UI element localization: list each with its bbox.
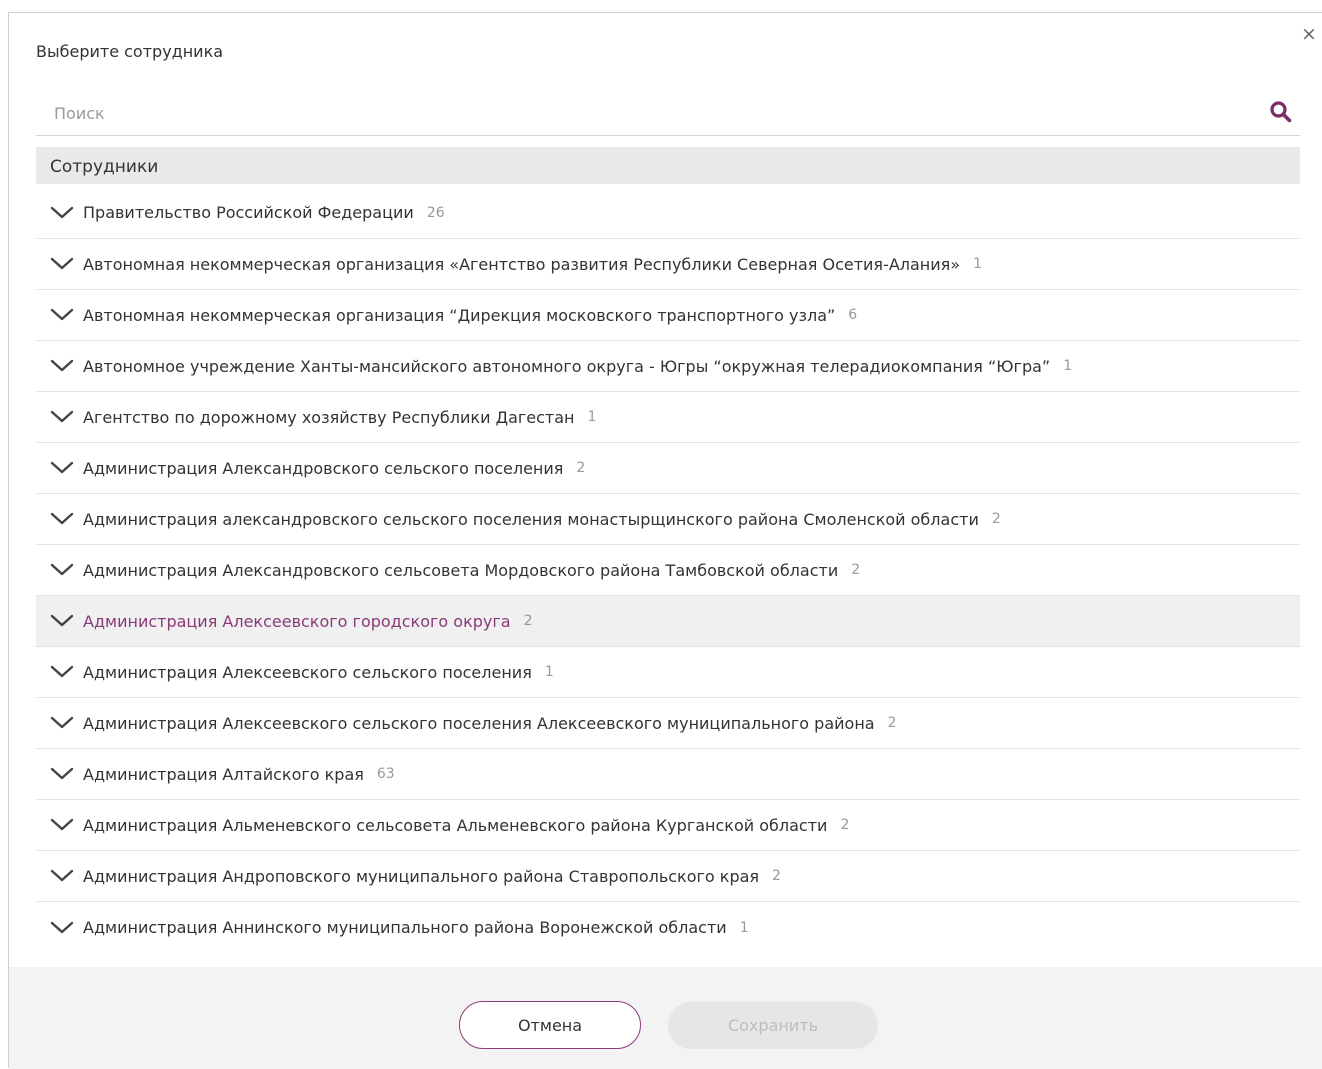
organization-list: Правительство Российской Федерации 26 Авто…: [36, 187, 1300, 953]
search-icon[interactable]: [1268, 99, 1294, 125]
list-item[interactable]: Администрация Алексеевского сельского по…: [36, 698, 1300, 749]
list-item-label: Администрация Альменевского сельсовета А…: [83, 815, 828, 835]
chevron-down-icon[interactable]: [50, 818, 74, 832]
list-item-label: Администрация Александровского сельсовет…: [83, 560, 839, 580]
list-item-label: Автономное учреждение Ханты-мансийского …: [83, 356, 1051, 376]
employee-select-dialog: × Выберите сотрудника Сотрудники Правите…: [8, 12, 1322, 1069]
list-item[interactable]: Автономная некоммерческая организация «А…: [36, 239, 1300, 290]
list-item-label: Администрация Аннинского муниципального …: [83, 918, 727, 937]
list-item-label: Администрация Алексеевского городского о…: [83, 611, 511, 631]
list-item[interactable]: Администрация Алексеевского городского о…: [36, 596, 1300, 647]
list-item[interactable]: Администрация александровского сельского…: [36, 494, 1300, 545]
list-item-label: Автономная некоммерческая организация «А…: [83, 254, 961, 274]
chevron-down-icon[interactable]: [50, 461, 74, 475]
list-item-label: Администрация Алексеевского сельского по…: [83, 713, 875, 733]
list-item[interactable]: Администрация Альменевского сельсовета А…: [36, 800, 1300, 851]
list-item[interactable]: Администрация Андроповского муниципально…: [36, 851, 1300, 902]
list-item-count: 2: [887, 715, 897, 731]
chevron-down-icon[interactable]: [50, 921, 74, 935]
list-item-label: Администрация Алтайского края: [83, 764, 364, 784]
list-item-count: 1: [1063, 358, 1073, 374]
chevron-down-icon[interactable]: [50, 257, 74, 271]
list-item-count: 2: [772, 868, 781, 884]
dialog-title: Выберите сотрудника: [36, 42, 224, 61]
chevron-down-icon[interactable]: [50, 359, 74, 373]
search-input[interactable]: [36, 93, 1264, 133]
list-item-label: Администрация Андроповского муниципально…: [83, 866, 760, 886]
section-header-employees: Сотрудники: [36, 147, 1300, 184]
list-item-label: Автономная некоммерческая организация “Д…: [83, 305, 836, 325]
list-item-count: 63: [376, 766, 395, 782]
list-item-count: 2: [576, 460, 586, 476]
list-item-count: 2: [840, 817, 850, 833]
list-item-count: 2: [851, 562, 861, 578]
list-item-count: 2: [523, 613, 533, 629]
chevron-down-icon[interactable]: [50, 614, 74, 628]
chevron-down-icon[interactable]: [50, 767, 74, 781]
search-bar: [36, 93, 1300, 136]
chevron-down-icon[interactable]: [50, 869, 74, 883]
cancel-button[interactable]: Отмена: [459, 1001, 641, 1049]
chevron-down-icon[interactable]: [50, 716, 74, 730]
list-item-count: 2: [991, 511, 1001, 527]
list-item-label: Администрация Александровского сельского…: [83, 458, 564, 478]
list-item[interactable]: Администрация Аннинского муниципального …: [36, 902, 1300, 953]
list-item[interactable]: Администрация Алтайского края 63: [36, 749, 1300, 800]
list-item[interactable]: Правительство Российской Федерации 26: [36, 187, 1300, 239]
list-item-label: Администрация александровского сельского…: [83, 509, 979, 529]
close-icon[interactable]: ×: [1298, 23, 1320, 45]
chevron-down-icon[interactable]: [50, 206, 74, 220]
list-item[interactable]: Администрация Алексеевского сельского по…: [36, 647, 1300, 698]
list-item-count: 1: [739, 919, 749, 936]
list-item[interactable]: Автономное учреждение Ханты-мансийского …: [36, 341, 1300, 392]
list-item[interactable]: Администрация Александровского сельсовет…: [36, 545, 1300, 596]
list-item-count: 1: [973, 256, 982, 272]
list-item-label: Правительство Российской Федерации: [83, 203, 414, 222]
list-item-label: Агентство по дорожному хозяйству Республ…: [83, 407, 575, 427]
list-item-count: 1: [544, 664, 554, 680]
chevron-down-icon[interactable]: [50, 665, 74, 679]
chevron-down-icon[interactable]: [50, 563, 74, 577]
list-item-count: 1: [587, 409, 597, 425]
save-button[interactable]: Сохранить: [668, 1002, 878, 1049]
chevron-down-icon[interactable]: [50, 512, 74, 526]
list-item[interactable]: Автономная некоммерческая организация “Д…: [36, 290, 1300, 341]
list-item[interactable]: Администрация Александровского сельского…: [36, 443, 1300, 494]
list-item-count: 26: [426, 204, 445, 221]
dialog-footer: Отмена Сохранить: [9, 967, 1322, 1069]
chevron-down-icon[interactable]: [50, 410, 74, 424]
list-item[interactable]: Агентство по дорожному хозяйству Республ…: [36, 392, 1300, 443]
chevron-down-icon[interactable]: [50, 308, 74, 322]
list-item-label: Администрация Алексеевского сельского по…: [83, 662, 532, 682]
list-item-count: 6: [848, 307, 858, 323]
